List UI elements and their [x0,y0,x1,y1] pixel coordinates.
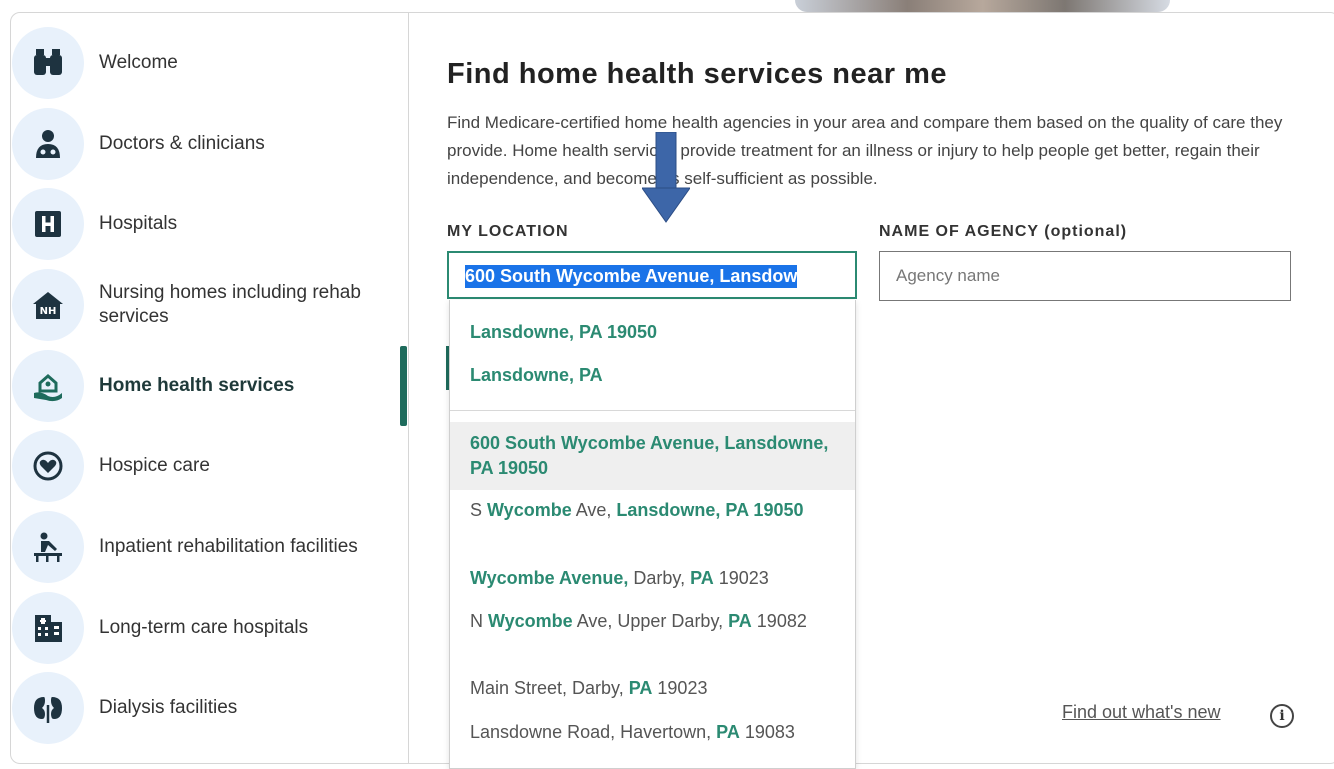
sidebar-item-hospice[interactable]: Hospice care [12,430,392,502]
sidebar-item-nursing-homes[interactable]: NH Nursing homes including rehab service… [12,269,392,341]
sidebar-item-long-term-care[interactable]: Long-term care hospitals [12,592,392,664]
sidebar-item-label: Home health services [99,375,295,396]
sidebar-item-label: Dialysis facilities [99,697,238,718]
info-icon[interactable]: i [1270,704,1294,728]
hospital-h-icon [12,188,84,260]
sidebar-item-label: Hospice care [99,455,210,476]
location-label: MY LOCATION [447,223,569,240]
suggestion-item[interactable]: S Wycombe Ave, Lansdowne, PA 19050 [450,498,855,523]
suggestion-item[interactable]: Wycombe Avenue, Darby, PA 19023 [450,566,855,591]
binoculars-icon [12,27,84,99]
whats-new-link[interactable]: Find out what's new [1062,702,1221,723]
sidebar-item-label: Long-term care hospitals [99,617,309,638]
sidebar-item-label: Nursing homes including rehab services [99,282,361,327]
sidebar-item-dialysis[interactable]: Dialysis facilities [12,672,392,744]
svg-text:NH: NH [40,306,57,317]
recent-location-item[interactable]: Lansdowne, PA 19050 [450,320,855,345]
suggestion-item[interactable]: Lansdowne Road, Havertown, PA 19083 [450,720,855,745]
dropdown-divider [450,410,855,411]
hospice-heart-icon [12,430,84,502]
sidebar-item-label: Inpatient rehabilitation facilities [99,536,358,557]
recent-location-item[interactable]: Lansdowne, PA [450,363,855,388]
location-suggestions-dropdown: Lansdowne, PA 19050 Lansdowne, PA 600 So… [449,300,856,769]
kidney-icon [12,672,84,744]
sidebar-item-home-health[interactable]: Home health services [12,350,392,422]
page-title: Find home health services near me [447,58,948,90]
location-input-value: 600 South Wycombe Avenue, Lansdow [465,265,798,288]
page-description: Find Medicare-certified home health agen… [447,113,1283,188]
suggestion-item[interactable]: N Wycombe Ave, Upper Darby, PA 19082 [450,609,855,634]
rehab-icon [12,511,84,583]
sidebar-item-doctors[interactable]: Doctors & clinicians [12,108,392,180]
agency-name-input[interactable] [879,251,1291,301]
active-indicator [400,346,407,426]
location-input[interactable]: 600 South Wycombe Avenue, Lansdow [447,251,857,299]
home-health-icon [12,350,84,422]
suggestion-item[interactable]: 600 South Wycombe Avenue, Lansdowne, PA … [450,422,855,490]
sidebar-item-label: Welcome [99,52,178,73]
sidebar-item-label: Doctors & clinicians [99,133,265,154]
sidebar-item-inpatient-rehab[interactable]: Inpatient rehabilitation facilities [12,511,392,583]
annotation-down-arrow-icon [642,132,690,223]
building-icon [12,592,84,664]
sidebar-item-hospitals[interactable]: Hospitals [12,188,392,260]
header-photo [795,0,1170,12]
suggestion-item[interactable]: Main Street, Darby, PA 19023 [450,676,855,701]
agency-label: NAME OF AGENCY (optional) [879,223,1128,240]
nursing-home-icon: NH [12,269,84,341]
doctor-icon [12,108,84,180]
sidebar-item-welcome[interactable]: Welcome [12,27,392,99]
sidebar-item-label: Hospitals [99,213,178,234]
